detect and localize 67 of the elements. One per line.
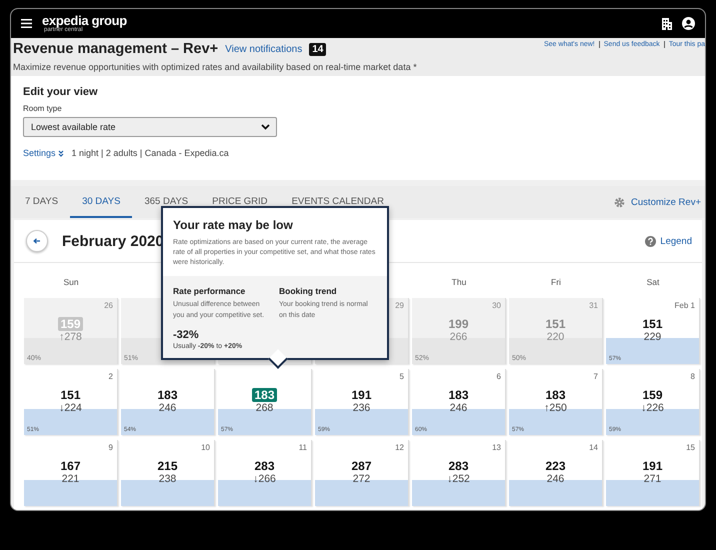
competitor-rate: ↑278 [58,331,83,343]
competitor-rate: 246 [546,473,566,485]
day-number: 10 [201,443,210,452]
rate-value: 183 [544,388,567,402]
day-number: 7 [594,372,598,381]
competitor-rate: 268 [254,402,274,414]
day-number: 29 [395,301,404,310]
rate-difference: -32% [173,328,200,341]
rate-value: 159 [641,388,664,402]
competitor-rate: 271 [642,473,662,485]
field-label: Room type [23,104,63,113]
competitor-rate: 221 [60,473,80,485]
rate-value: 151 [59,388,82,402]
page-title: Revenue management – Rev+ [13,41,218,57]
competitor-rate: ↑250 [543,402,568,414]
day-number: 6 [496,372,501,381]
tooltip-heading: Booking trend [279,286,338,296]
rate-value: 183 [252,388,277,402]
competitor-rate: ↓266 [252,473,277,485]
rate-value: 159 [58,317,83,331]
competitor-rate: 272 [352,473,372,485]
rate-value: 183 [156,388,179,402]
day-number: 14 [589,443,598,452]
day-number: 11 [298,443,307,452]
rate-value: 199 [447,317,470,331]
competitor-rate: ↓224 [58,402,83,414]
rate-value: 223 [544,459,567,473]
settings-summary: 1 night | 2 adults | Canada - Expedia.ca [72,148,229,158]
page-subtitle: Maximize revenue opportunities with optimized rates and availability based on real-time market data * [13,62,418,72]
day-number: Feb 1 [674,301,695,310]
day-number: 2 [108,372,113,381]
day-number: 9 [108,443,113,452]
notification-count-badge: 14 [309,42,326,56]
competitor-rate: 246 [448,402,468,414]
rate-value: 183 [447,388,470,402]
day-number: 26 [104,301,113,310]
weekday-label: Sat [646,277,660,287]
competitor-rate: 229 [642,331,662,343]
weekday-label: Sun [63,277,79,287]
section-title: Edit your view [23,86,99,98]
day-number: 31 [589,301,598,310]
rate-value: 283 [253,459,276,473]
rate-value: 215 [156,459,179,473]
competitor-rate: 246 [158,402,178,414]
rate-value: 167 [59,459,82,473]
competitor-rate: 220 [546,331,566,343]
rate-value: 191 [641,459,664,473]
day-number: 5 [400,372,404,381]
tooltip-heading: Rate performance [173,286,246,296]
day-number: 12 [395,443,404,452]
weekday-label: Thu [452,277,466,287]
competitor-rate: 266 [448,331,468,343]
day-number: 15 [686,443,695,452]
tooltip-title: Your rate may be low [173,218,294,232]
day-number: 8 [690,372,695,381]
competitor-rate: 236 [352,402,372,414]
rate-value: 151 [641,317,664,331]
competitor-rate: 238 [158,473,178,485]
competitor-rate: ↓252 [446,473,471,485]
day-number: 30 [492,301,501,310]
weekday-label: Fri [551,277,561,287]
rate-value: 191 [350,388,373,402]
competitor-rate: ↓226 [640,402,665,414]
rate-value: 283 [447,459,470,473]
day-number: 13 [492,443,501,452]
rate-value: 151 [544,317,567,331]
rate-value: 287 [350,459,373,473]
